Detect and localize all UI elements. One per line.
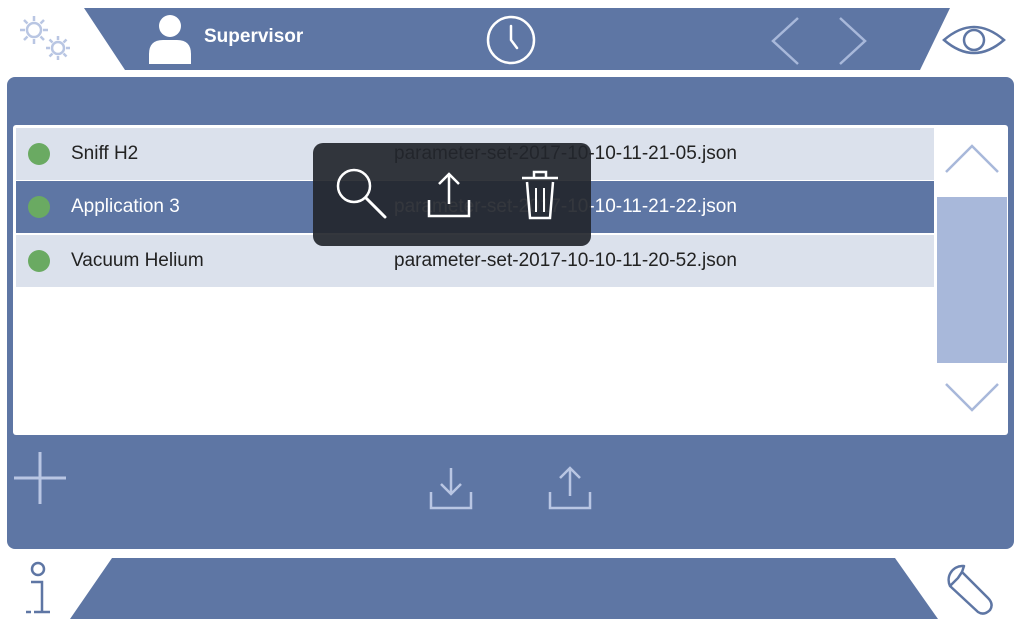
scrollbar-thumb[interactable] — [937, 197, 1007, 363]
clock-icon[interactable] — [485, 14, 537, 66]
info-icon[interactable] — [18, 560, 58, 616]
status-dot — [28, 143, 50, 165]
chevron-left-icon[interactable] — [768, 14, 802, 68]
gears-icon[interactable] — [12, 10, 76, 66]
user-icon[interactable] — [146, 12, 194, 66]
parameter-set-name: Vacuum Helium — [71, 250, 204, 271]
eye-icon[interactable] — [940, 20, 1008, 60]
plus-icon[interactable] — [12, 450, 68, 506]
status-dot — [28, 250, 50, 272]
scroll-up-icon[interactable] — [942, 138, 1002, 178]
bottom-bar — [0, 550, 1014, 619]
wrench-icon[interactable] — [942, 562, 1000, 616]
bottom-bar-shape — [70, 558, 938, 619]
user-label[interactable]: Supervisor — [204, 26, 303, 48]
trash-icon[interactable] — [518, 168, 562, 222]
status-dot — [28, 196, 50, 218]
magnifier-icon[interactable] — [333, 166, 389, 222]
upload-icon[interactable] — [547, 464, 593, 512]
upload-icon[interactable] — [425, 170, 473, 222]
chevron-right-icon[interactable] — [836, 14, 870, 68]
download-icon[interactable] — [428, 464, 474, 512]
scroll-down-icon[interactable] — [942, 376, 1002, 416]
parameter-set-name: Sniff H2 — [71, 143, 139, 164]
parameter-set-name: Application 3 — [71, 196, 180, 217]
parameter-set-file: parameter-set-2017-10-10-11-20-52.json — [394, 250, 737, 271]
